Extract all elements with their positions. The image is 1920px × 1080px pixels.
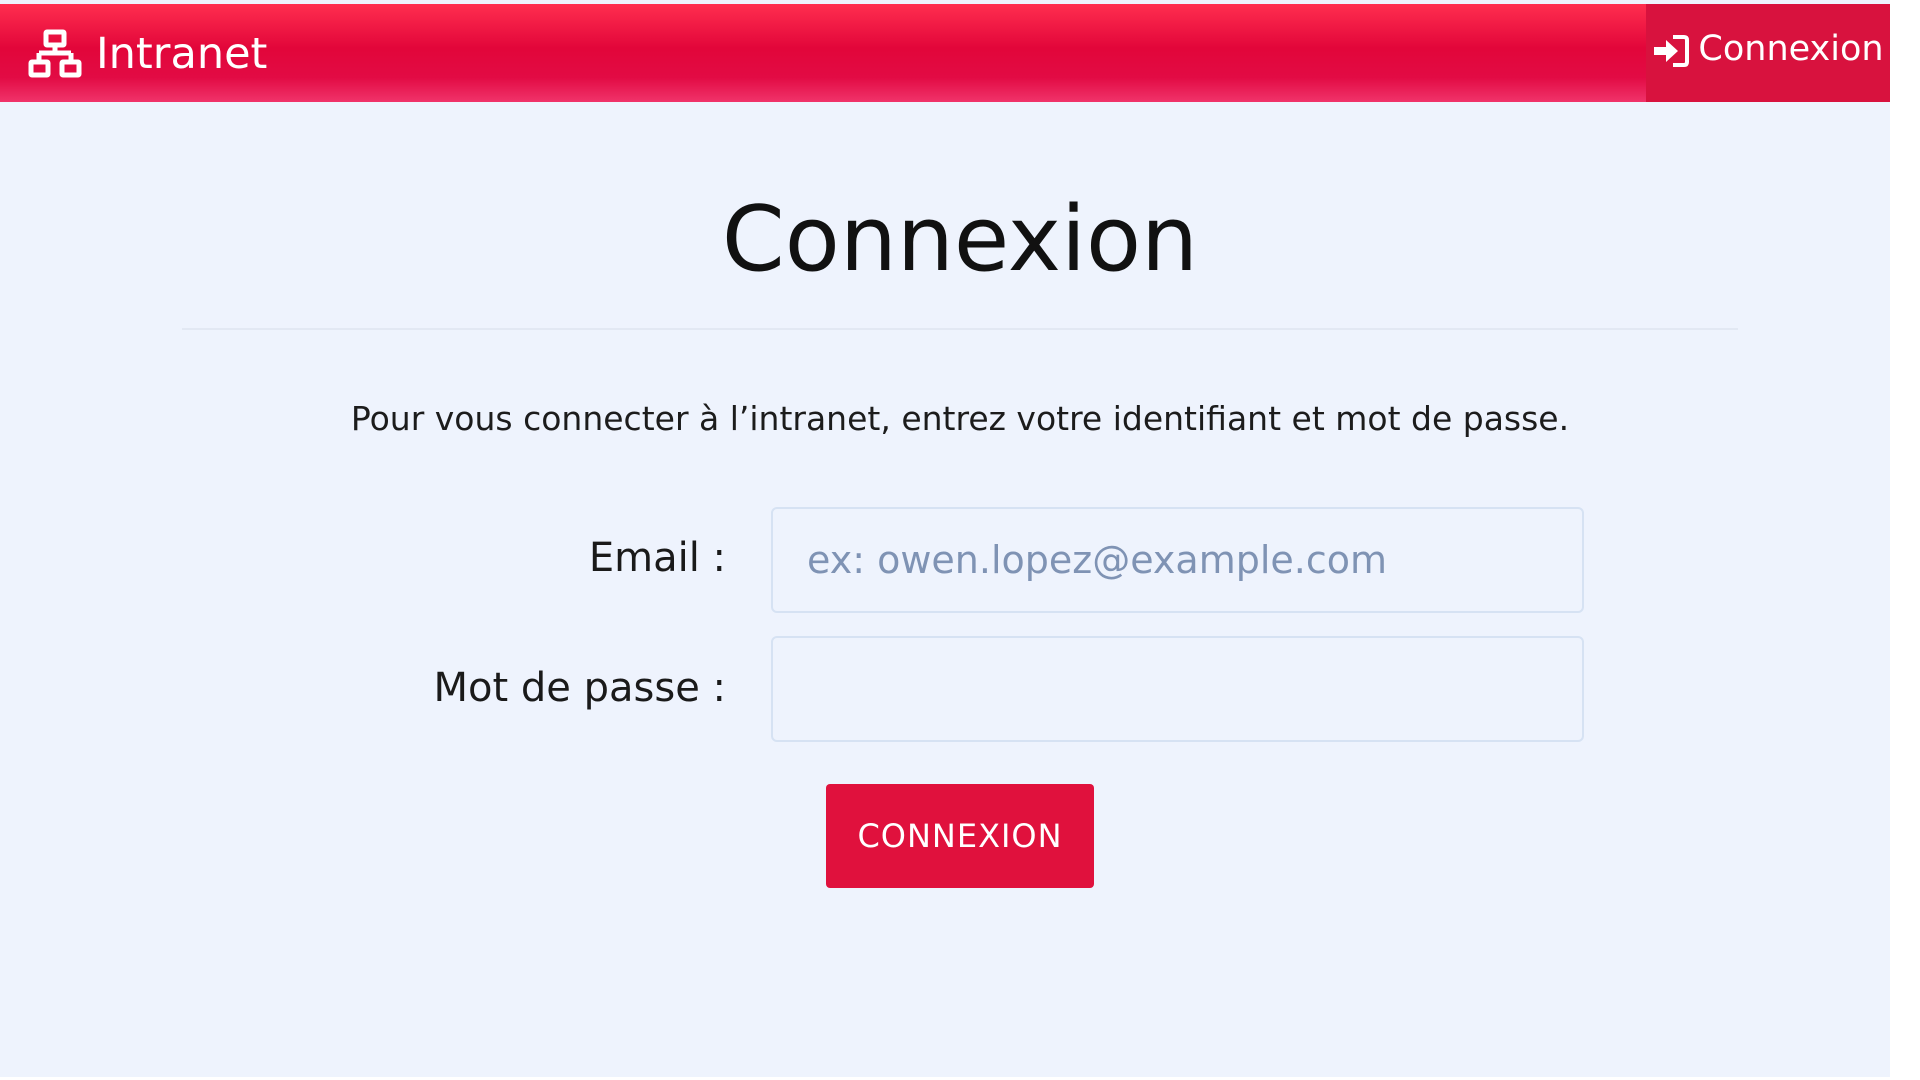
sitemap-icon	[28, 29, 82, 79]
email-label: Email :	[588, 535, 726, 581]
page: Intranet Connexion Connexion Pour vous c…	[0, 0, 1920, 1080]
nav-login-link[interactable]: Connexion	[1646, 4, 1890, 102]
nav-login-label: Connexion	[1698, 29, 1884, 69]
login-page: Intranet Connexion Connexion Pour vous c…	[0, 0, 1890, 1077]
sign-in-icon	[1652, 34, 1690, 68]
brand-link[interactable]: Intranet	[28, 26, 267, 82]
login-button[interactable]: CONNEXION	[826, 784, 1094, 888]
intro-text: Pour vous connecter à l’intranet, entrez…	[350, 399, 1570, 438]
brand-name: Intranet	[96, 29, 268, 79]
email-field[interactable]	[771, 507, 1584, 613]
password-label: Mot de passe :	[433, 665, 726, 711]
password-field[interactable]	[771, 636, 1584, 742]
title-divider	[182, 328, 1738, 330]
page-title: Connexion	[721, 187, 1199, 292]
top-navbar: Intranet Connexion	[0, 4, 1890, 102]
